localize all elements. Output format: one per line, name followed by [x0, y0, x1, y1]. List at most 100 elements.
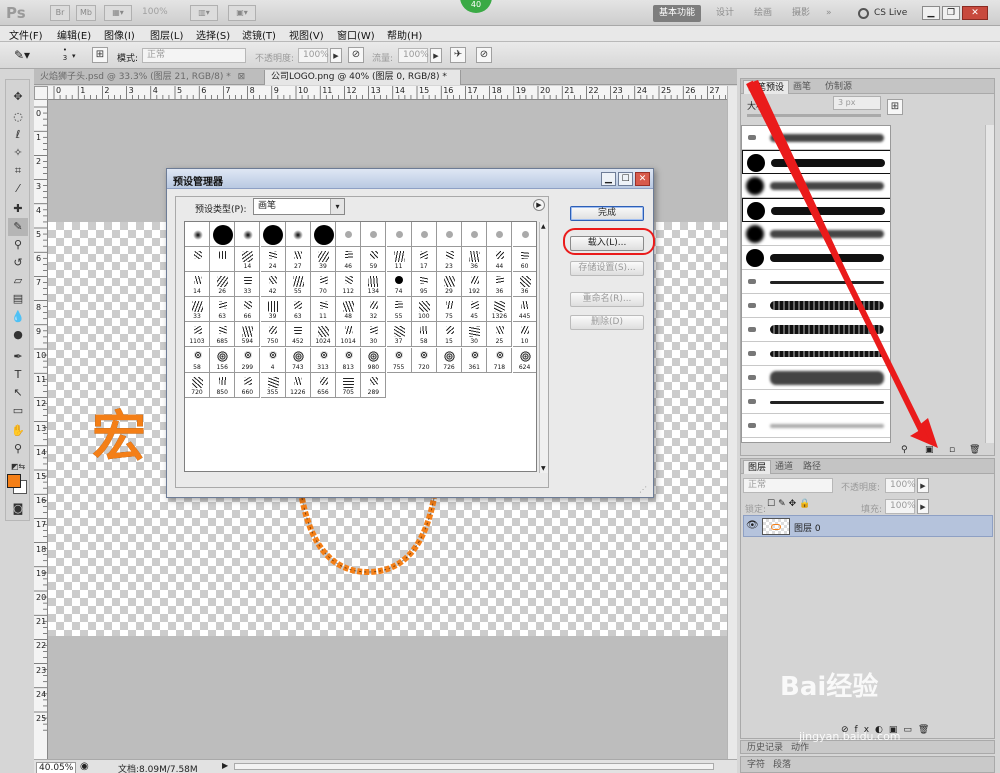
brush-preset-cell[interactable]: 95 [411, 272, 437, 298]
blur-tool-icon[interactable]: 💧 [8, 308, 28, 326]
brush-preset-cell[interactable]: 355 [260, 372, 286, 398]
status-arrow-icon[interactable]: ▶ [222, 761, 228, 770]
type-tool-icon[interactable]: T [8, 366, 28, 384]
brush-preset-cell[interactable]: 720 [185, 372, 210, 398]
gradient-icon[interactable]: ▤ [8, 290, 28, 308]
menu-window[interactable]: 窗口(W) [337, 27, 375, 42]
brush-preset-cell[interactable]: 37 [386, 322, 412, 348]
lock-icons[interactable]: ☐✎✥🔒 [767, 499, 813, 509]
brush-preset-cell[interactable]: 1024 [311, 322, 336, 348]
brush-preset-item[interactable] [742, 342, 890, 366]
brush-preset-cell[interactable]: 24 [260, 247, 286, 273]
move-tool-icon[interactable]: ✥ [8, 88, 28, 106]
menu-filter[interactable]: 滤镜(T) [242, 27, 276, 42]
workspace-design[interactable]: 设计 [710, 5, 740, 22]
brush-preset-cell[interactable]: 70 [311, 272, 336, 298]
lasso-tool-icon[interactable]: ℓ [8, 126, 28, 144]
brush-preset-cell[interactable]: 10 [512, 322, 536, 348]
tab-history[interactable]: 历史记录 [743, 741, 787, 755]
brush-preset-cell[interactable]: 74 [386, 272, 412, 298]
brush-panel-toggle-icon[interactable]: ⊞ [92, 47, 108, 63]
blend-mode-select[interactable]: 正常 [743, 478, 833, 493]
size-slider[interactable] [747, 114, 881, 117]
brush-preset-cell[interactable]: 46 [336, 247, 362, 273]
fill-field[interactable]: 100% [885, 499, 916, 514]
brush-preset-list[interactable] [741, 125, 891, 443]
new-brush-icon[interactable]: ▫ [949, 445, 955, 455]
brush-preset-cell[interactable]: 850 [210, 372, 236, 398]
brush-preset-cell[interactable]: 44 [487, 247, 513, 273]
tab-company-logo[interactable]: 公司LOGO.png @ 40% (图层 0, RGB/8) * ⊠ [265, 70, 461, 97]
brush-preset-cell[interactable]: 29 [437, 272, 462, 298]
menu-image[interactable]: 图像(I) [104, 27, 135, 42]
tablet-opacity-icon[interactable]: ⊘ [348, 47, 364, 63]
brush-preset-cell[interactable]: 624 [512, 347, 536, 373]
brush-preset-cell[interactable]: 452 [285, 322, 311, 348]
view-extras-icon[interactable]: ▦▾ [104, 5, 132, 21]
brush-panel-toggle-icon[interactable]: ⚲ [901, 445, 908, 455]
brush-preset-cell[interactable]: 299 [235, 347, 261, 373]
rename-button[interactable]: 重命名(R)... [570, 292, 644, 307]
brush-preset-cell[interactable]: 32 [361, 297, 387, 323]
done-button[interactable]: 完成 [570, 206, 644, 221]
brush-preset-cell[interactable] [336, 222, 362, 247]
brush-preset-cell[interactable]: 36 [462, 247, 488, 273]
shape-tool-icon[interactable]: ▭ [8, 402, 28, 420]
brush-preset-cell[interactable]: 36 [487, 272, 513, 298]
scroll-down-icon[interactable]: ▼ [541, 465, 546, 472]
brush-preset-cell[interactable] [311, 222, 336, 247]
brush-options-icon[interactable]: ⊞ [887, 99, 903, 115]
brush-tool-icon[interactable]: ✎ [8, 218, 28, 236]
panel-menu-icon[interactable]: ▶ [533, 199, 545, 211]
brush-preset-item[interactable] [742, 150, 890, 174]
brush-preset-cell[interactable]: 26 [210, 272, 236, 298]
scroll-up-icon[interactable]: ▲ [541, 223, 546, 230]
resize-grip-icon[interactable]: ⋰ [639, 485, 647, 494]
brush-size-picker[interactable]: • 3 [60, 46, 70, 62]
brush-preset-cell[interactable]: 75 [437, 297, 462, 323]
layer-opacity-field[interactable]: 100% [885, 478, 916, 493]
brush-preset-cell[interactable]: 27 [285, 247, 311, 273]
brush-preset-cell[interactable]: 112 [336, 272, 362, 298]
brush-preset-cell[interactable]: 289 [361, 372, 387, 398]
brush-preset-item[interactable] [742, 174, 890, 198]
screen-mode-icon[interactable]: ▣▾ [228, 5, 256, 21]
minibridge-icon[interactable]: Mb [76, 5, 96, 21]
eye-icon[interactable]: 👁 [746, 520, 759, 531]
brush-size-field[interactable]: 3 px [833, 96, 881, 110]
brush-preset-cell[interactable]: 980 [361, 347, 387, 373]
new-preset-icon[interactable]: ▣ [925, 445, 934, 455]
workspace-painting[interactable]: 绘画 [748, 5, 778, 22]
tab-paths[interactable]: 路径 [799, 460, 825, 474]
tab-brush-presets[interactable]: 画笔预设 [743, 80, 790, 94]
brush-preset-cell[interactable]: 58 [411, 322, 437, 348]
brush-preset-cell[interactable]: 48 [336, 297, 362, 323]
brush-preset-item[interactable] [742, 126, 890, 150]
eraser-icon[interactable]: ▱ [8, 272, 28, 290]
brush-preset-cell[interactable]: 192 [462, 272, 488, 298]
cs-live-icon[interactable] [858, 8, 869, 19]
flow-field[interactable]: 100% [398, 48, 429, 63]
maximize-icon[interactable]: ☐ [618, 172, 633, 186]
brush-preset-cell[interactable]: 1226 [285, 372, 311, 398]
brush-preset-cell[interactable]: 23 [437, 247, 462, 273]
brush-preset-cell[interactable] [185, 247, 210, 273]
foreground-color-swatch[interactable] [7, 474, 21, 488]
brush-preset-item[interactable] [742, 366, 890, 390]
chevron-down-icon[interactable]: ▾ [72, 52, 76, 60]
horizontal-ruler[interactable]: 0 1 2 3 4 5 6 7 8 9 10 11 12 13 14 15 16 17 18 19 20 21 22 23 24… [48, 86, 727, 100]
brush-preset-cell[interactable] [411, 222, 437, 247]
brush-preset-cell[interactable]: 36 [512, 272, 536, 298]
brush-preset-cell[interactable]: 60 [512, 247, 536, 273]
brush-preset-cell[interactable]: 58 [185, 347, 210, 373]
tab-clone-source[interactable]: 仿制源 [821, 80, 856, 94]
dialog-titlebar[interactable]: 预设管理器 ▁ ☐ ✕ [167, 169, 653, 189]
cs-live-label[interactable]: CS Live [874, 8, 907, 18]
brush-preset-cell[interactable]: 14 [235, 247, 261, 273]
opacity-field[interactable]: 100% [298, 48, 329, 63]
brush-preset-cell[interactable]: 445 [512, 297, 536, 323]
brush-preset-cell[interactable]: 30 [462, 322, 488, 348]
brush-preset-cell[interactable]: 11 [386, 247, 412, 273]
workspace-essentials[interactable]: 基本功能 [653, 5, 702, 22]
brush-preset-cell[interactable]: 361 [462, 347, 488, 373]
